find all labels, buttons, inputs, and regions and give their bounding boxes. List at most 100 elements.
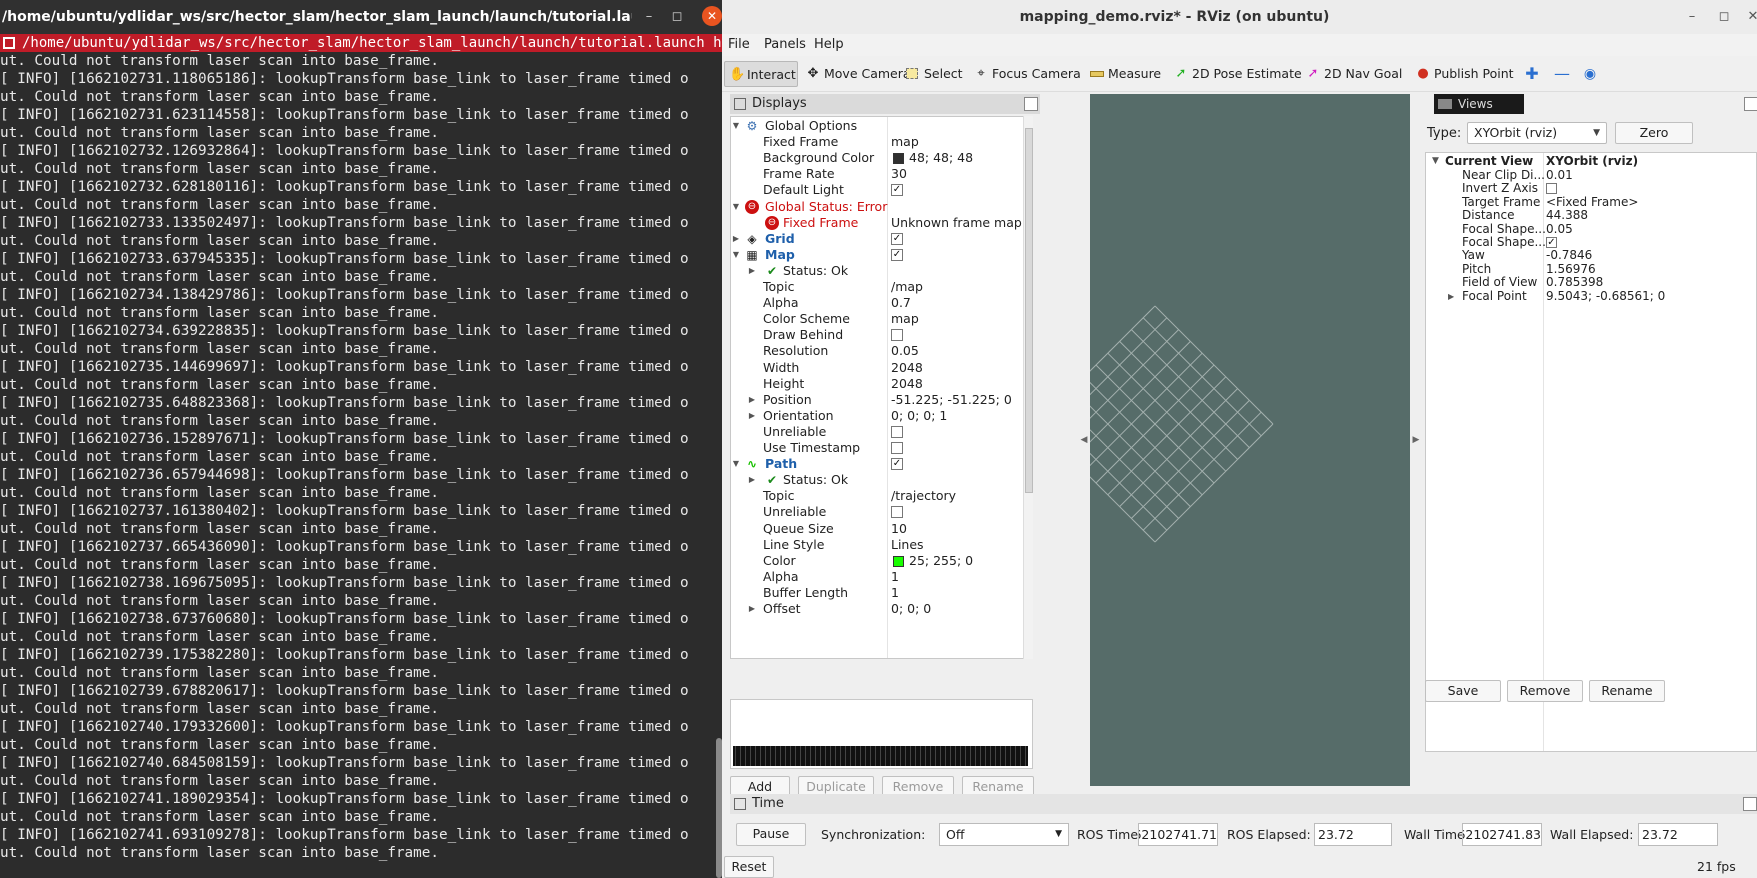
pause-button[interactable]: Pause — [736, 823, 806, 846]
sync-label: Synchronization: — [821, 827, 926, 842]
close-icon[interactable]: ✕ — [1744, 8, 1757, 26]
terminal-tab[interactable]: /home/ubuntu/ydlidar_ws/src/hector_slam/… — [0, 34, 722, 52]
checkbox-checked[interactable]: ✓ — [891, 232, 903, 245]
terminal-line: ut. Could not transform laser scan into … — [0, 737, 439, 753]
sync-value: Off — [946, 827, 965, 842]
error-icon: ⊖ — [745, 199, 759, 214]
reset-button[interactable]: Reset — [724, 856, 774, 878]
views-tree[interactable]: ▼ Current View XYOrbit (rviz) Near Clip … — [1425, 152, 1757, 752]
collapse-arrow-icon[interactable]: ▶ — [1448, 289, 1454, 304]
wall-time-field[interactable]: 1662102741.83 — [1462, 823, 1542, 846]
checkbox-checked[interactable]: ✓ — [1546, 237, 1557, 248]
view-type-select[interactable]: XYOrbit (rviz) ▼ — [1467, 122, 1607, 144]
view-prop-row[interactable]: ▶ Focal Point 9.5043; -0.68561; 0 — [1426, 289, 1756, 304]
sync-select[interactable]: Off ▼ — [939, 823, 1069, 846]
terminal-line: ut. Could not transform laser scan into … — [0, 53, 439, 69]
wall-elapsed-field[interactable]: 23.72 — [1638, 823, 1718, 846]
color-swatch[interactable] — [893, 153, 904, 165]
rename-view-button[interactable]: Rename — [1589, 680, 1665, 702]
collapse-right-icon[interactable]: ▶ — [1411, 94, 1421, 786]
menu-panels[interactable]: Panels — [762, 34, 808, 56]
check-icon: ✔ — [766, 263, 778, 278]
terminal-line: ut. Could not transform laser scan into … — [0, 665, 439, 681]
chevron-down-icon: ▼ — [1055, 829, 1062, 839]
terminal-line: [ INFO] [1662102735.648823368]: lookupTr… — [0, 395, 689, 411]
checkbox-checked[interactable]: ✓ — [891, 184, 903, 197]
displays-tree[interactable]: ▼ ⚙ Global Options Fixed Frame map Background… — [730, 116, 1033, 659]
save-view-button[interactable]: Save — [1425, 680, 1501, 702]
views-header: Views — [1434, 94, 1524, 114]
select-box-icon — [906, 68, 918, 79]
color-swatch[interactable] — [893, 555, 904, 567]
displays-scrollbar-thumb[interactable] — [1025, 128, 1033, 493]
measure-tool[interactable]: Measure — [1086, 61, 1167, 87]
menu-file[interactable]: File — [726, 34, 752, 56]
checkbox-unchecked[interactable] — [1546, 183, 1557, 195]
displays-scrollbar[interactable] — [1023, 116, 1033, 659]
current-view-value: XYOrbit (rviz) — [1546, 154, 1639, 168]
fps-counter: 21 fps — [1697, 859, 1736, 874]
tab-window-icon — [3, 37, 15, 49]
terminal-titlebar[interactable]: /home/ubuntu/ydlidar_ws/src/hector_slam/… — [0, 0, 722, 34]
checkbox-checked[interactable]: ✓ — [891, 458, 903, 471]
nav-goal-tool[interactable]: ➚ 2D Nav Goal — [1302, 61, 1408, 87]
terminal-line: [ INFO] [1662102735.144699697]: lookupTr… — [0, 359, 689, 375]
terminal-line: ut. Could not transform laser scan into … — [0, 197, 439, 213]
minimize-icon[interactable]: – — [1683, 8, 1701, 26]
checkbox-unchecked[interactable] — [891, 442, 903, 454]
checkbox-unchecked[interactable] — [891, 506, 903, 519]
collapse-left-icon[interactable]: ◀ — [1079, 94, 1089, 786]
maximize-icon[interactable]: ◻ — [1715, 8, 1733, 26]
error-icon: ⊖ — [765, 215, 779, 230]
map-icon: ▦ — [746, 247, 758, 262]
pose-estimate-tool[interactable]: ➚ 2D Pose Estimate — [1170, 61, 1308, 87]
move-camera-label: Move Camera — [824, 66, 911, 81]
chevron-down-icon: ▼ — [1593, 128, 1600, 138]
remove-tool-icon[interactable]: — — [1552, 61, 1572, 87]
float-panel-icon[interactable] — [1024, 97, 1038, 111]
checkbox-checked[interactable]: ✓ — [891, 248, 903, 261]
remove-view-button[interactable]: Remove — [1507, 680, 1583, 702]
float-panel-icon[interactable] — [1744, 97, 1757, 111]
terminal-line: [ INFO] [1662102734.639228835]: lookupTr… — [0, 323, 689, 339]
eye-icon[interactable]: ◉ — [1580, 61, 1600, 87]
ros-elapsed-field[interactable]: 23.72 — [1314, 823, 1392, 846]
ros-time-field[interactable]: 1662102741.71 — [1138, 823, 1218, 846]
focus-camera-tool[interactable]: ⌖ Focus Camera — [970, 61, 1087, 87]
terminal-line: [ INFO] [1662102740.179332600]: lookupTr… — [0, 719, 689, 735]
publish-point-tool[interactable]: ● Publish Point — [1412, 61, 1520, 87]
terminal-line: [ INFO] [1662102733.133502497]: lookupTr… — [0, 215, 689, 231]
terminal-line: ut. Could not transform laser scan into … — [0, 161, 439, 177]
collapse-arrow-icon[interactable]: ▶ — [747, 600, 757, 618]
display-row[interactable]: ▶ Offset 0; 0; 0 — [731, 600, 1021, 618]
move-camera-tool[interactable]: ✥ Move Camera — [802, 61, 917, 87]
wall-elapsed-label: Wall Elapsed: — [1550, 827, 1634, 842]
gear-icon: ⚙ — [746, 119, 758, 133]
grid-line — [1090, 352, 1203, 467]
ros-elapsed-label: ROS Elapsed: — [1227, 827, 1311, 842]
checkbox-unchecked[interactable] — [891, 329, 903, 342]
terminal-output[interactable]: ut. Could not transform laser scan into … — [0, 52, 715, 878]
render-viewport[interactable] — [1090, 94, 1410, 786]
display-description-box — [730, 699, 1033, 769]
display-row-value[interactable]: 0; 0; 0 — [891, 600, 931, 618]
checkbox-unchecked[interactable] — [891, 425, 903, 438]
terminal-line: ut. Could not transform laser scan into … — [0, 485, 439, 501]
interact-tool[interactable]: ✋ Interact — [724, 61, 798, 87]
terminal-line: [ INFO] [1662102732.126932864]: lookupTr… — [0, 143, 689, 159]
zero-view-button[interactable]: Zero — [1615, 122, 1693, 144]
close-icon[interactable]: ✕ — [702, 6, 722, 26]
terminal-line: ut. Could not transform laser scan into … — [0, 557, 439, 573]
minimize-icon[interactable]: – — [640, 8, 658, 26]
grid-line — [1090, 476, 1156, 543]
rviz-titlebar[interactable]: mapping_demo.rviz* - RViz (on ubuntu) – … — [722, 0, 1757, 34]
current-view-row[interactable]: ▼ Current View XYOrbit (rviz) — [1426, 154, 1756, 169]
terminal-line: ut. Could not transform laser scan into … — [0, 269, 439, 285]
add-tool-icon[interactable]: ✚ — [1522, 61, 1542, 87]
select-tool[interactable]: Select — [902, 61, 969, 87]
float-panel-icon[interactable] — [1743, 797, 1757, 811]
expand-arrow-icon[interactable]: ▼ — [1432, 154, 1439, 169]
view-prop-value[interactable]: 9.5043; -0.68561; 0 — [1546, 289, 1665, 304]
menu-help[interactable]: Help — [812, 34, 846, 56]
maximize-icon[interactable]: ◻ — [668, 8, 686, 26]
